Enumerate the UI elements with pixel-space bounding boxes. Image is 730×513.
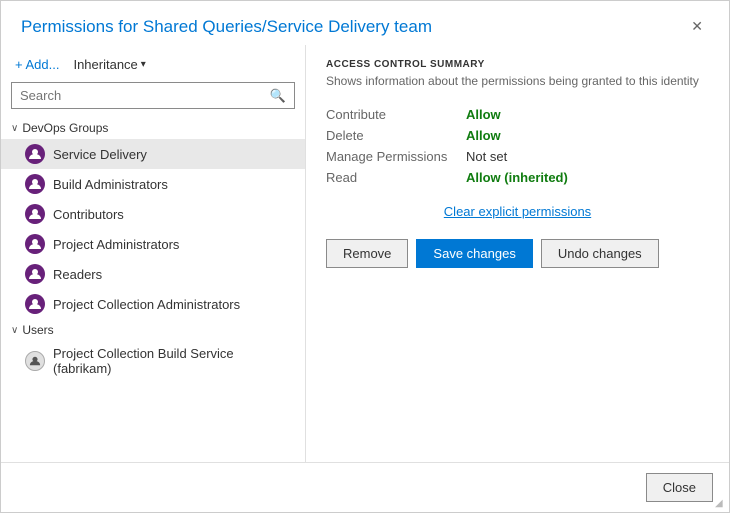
permissions-table: Contribute Allow Delete Allow Manage Per…	[326, 104, 709, 188]
search-icon[interactable]: 🔍	[262, 84, 294, 108]
dialog-header: Permissions for Shared Queries/Service D…	[1, 1, 729, 45]
avatar	[25, 204, 45, 224]
avatar	[25, 234, 45, 254]
permissions-dialog: Permissions for Shared Queries/Service D…	[0, 0, 730, 513]
devops-groups-header[interactable]: ∨ DevOps Groups	[1, 117, 305, 139]
list-item[interactable]: Service Delivery	[1, 139, 305, 169]
list-item[interactable]: Project Administrators	[1, 229, 305, 259]
close-button[interactable]: Close	[646, 473, 713, 502]
perm-row: Contribute Allow	[326, 104, 709, 125]
dialog-body: + Add... Inheritance ▾ 🔍 ∨ DevOps Groups	[1, 45, 729, 462]
avatar	[25, 174, 45, 194]
perm-row: Manage Permissions Not set	[326, 146, 709, 167]
dialog-title: Permissions for Shared Queries/Service D…	[21, 17, 432, 37]
chevron-down-icon: ∨	[11, 325, 18, 336]
right-panel: ACCESS CONTROL SUMMARY Shows information…	[306, 45, 729, 462]
item-label: Service Delivery	[53, 147, 147, 162]
access-summary-title: ACCESS CONTROL SUMMARY	[326, 59, 709, 70]
chevron-down-icon: ∨	[11, 123, 18, 134]
inheritance-label: Inheritance	[73, 57, 137, 72]
save-button[interactable]: Save changes	[416, 239, 532, 268]
item-label: Readers	[53, 267, 102, 282]
toolbar: + Add... Inheritance ▾	[1, 55, 305, 82]
access-summary-desc: Shows information about the permissions …	[326, 74, 709, 88]
item-label: Contributors	[53, 207, 124, 222]
dialog-footer: Close	[1, 462, 729, 512]
item-label: Build Administrators	[53, 177, 168, 192]
perm-row: Read Allow (inherited)	[326, 167, 709, 188]
list-item[interactable]: Contributors	[1, 199, 305, 229]
avatar	[25, 264, 45, 284]
action-buttons: Remove Save changes Undo changes	[326, 239, 709, 268]
users-group-header[interactable]: ∨ Users	[1, 319, 305, 341]
item-label: Project Administrators	[53, 237, 179, 252]
perm-value: Allow (inherited)	[466, 170, 568, 185]
avatar	[25, 294, 45, 314]
perm-label: Delete	[326, 128, 466, 143]
devops-groups-label: DevOps Groups	[22, 121, 108, 135]
list-item[interactable]: Project Collection Administrators	[1, 289, 305, 319]
item-label: Project Collection Build Service (fabrik…	[53, 346, 295, 376]
inheritance-button[interactable]: Inheritance ▾	[67, 55, 151, 74]
list-item[interactable]: Project Collection Build Service (fabrik…	[1, 341, 305, 381]
perm-value: Allow	[466, 128, 501, 143]
remove-button[interactable]: Remove	[326, 239, 408, 268]
add-button[interactable]: + Add...	[11, 55, 63, 74]
chevron-down-icon: ▾	[141, 59, 146, 70]
perm-value: Allow	[466, 107, 501, 122]
avatar	[25, 351, 45, 371]
resize-handle[interactable]: ◢	[715, 498, 727, 510]
list-item[interactable]: Readers	[1, 259, 305, 289]
search-input[interactable]	[12, 83, 262, 108]
perm-label: Contribute	[326, 107, 466, 122]
perm-label: Manage Permissions	[326, 149, 466, 164]
search-box: 🔍	[11, 82, 295, 109]
undo-button[interactable]: Undo changes	[541, 239, 659, 268]
list-item[interactable]: Build Administrators	[1, 169, 305, 199]
perm-row: Delete Allow	[326, 125, 709, 146]
perm-value: Not set	[466, 149, 507, 164]
users-group-label: Users	[22, 323, 53, 337]
item-label: Project Collection Administrators	[53, 297, 240, 312]
clear-permissions-link[interactable]: Clear explicit permissions	[326, 204, 709, 219]
close-icon[interactable]: ✕	[685, 17, 709, 35]
perm-label: Read	[326, 170, 466, 185]
left-panel: + Add... Inheritance ▾ 🔍 ∨ DevOps Groups	[1, 45, 306, 462]
avatar	[25, 144, 45, 164]
